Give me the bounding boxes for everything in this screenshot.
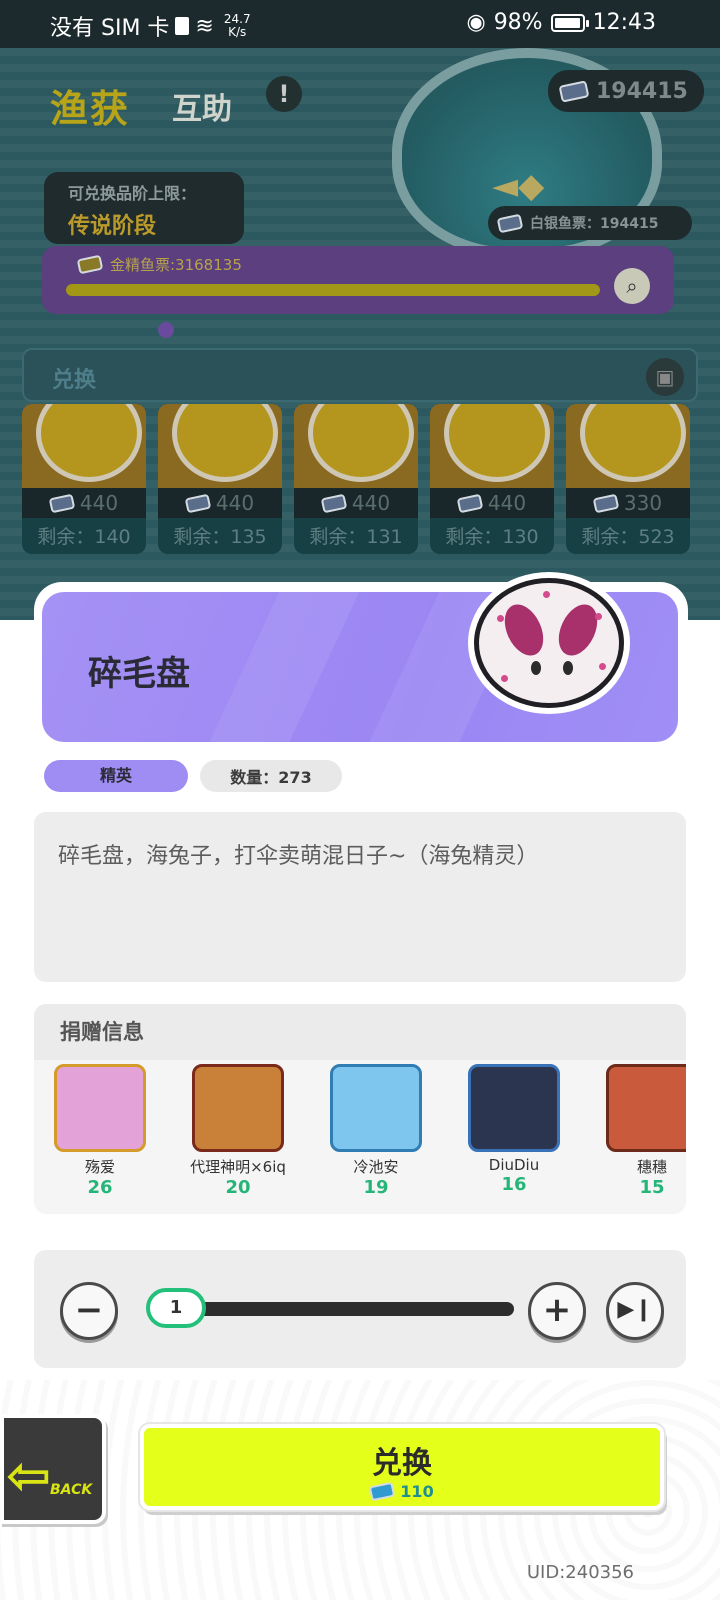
grade-badge: 精英 [44,760,188,792]
item-card[interactable]: 440 剩余：131 [294,404,418,554]
tier-box: 可兑换品阶上限： 传说阶段 [44,172,244,244]
ticket-icon [592,493,620,513]
gold-ticket-icon [76,254,104,275]
item-card[interactable]: 440 剩余：130 [430,404,554,554]
network-speed: 24.7 K/s [223,12,251,39]
page-title: 渔获 [50,87,131,131]
back-button[interactable]: ⇦ BACK [0,1414,106,1524]
donor-list[interactable]: 殇爱 26 代理神明×6iq 20 冷池安 19 DiuDiu 16 穗穗 15 [52,1064,686,1198]
page-indicator-dot [158,322,174,338]
donation-title: 捐赠信息 [34,1004,686,1060]
item-card[interactable]: 330 剩余：523 [566,404,690,554]
back-arrow-icon: ⇦ [6,1444,52,1507]
donor-item[interactable]: 代理神明×6iq 20 [190,1064,286,1198]
exchange-cost: 110 [144,1481,660,1502]
item-card[interactable]: 440 剩余：140 [22,404,146,554]
silver-ticket-balance: 白银鱼票：194415 [488,206,692,240]
donation-panel: 捐赠信息 殇爱 26 代理神明×6iq 20 冷池安 19 DiuDiu 16 … [34,1004,686,1214]
gold-progress-bar [66,284,600,296]
donor-item[interactable]: 穗穗 15 [604,1064,686,1198]
battery-icon [550,13,589,32]
item-name: 碎毛盘 [88,654,190,694]
item-card[interactable]: 440 剩余：135 [158,404,282,554]
pet-avatar [474,578,624,708]
fish-icon: ◄◆ [492,166,545,206]
wifi-icon: ≋ [195,13,214,39]
status-bar: 没有 SIM 卡 ≋ 24.7 K/s ◉ 98% 12:43 [0,0,720,48]
info-icon[interactable]: ! [266,76,302,112]
plus-button[interactable]: + [528,1282,586,1340]
donor-item[interactable]: 冷池安 19 [328,1064,424,1198]
avatar [192,1064,284,1152]
ticket-icon [558,79,590,103]
battery-percent: 98% [493,10,543,35]
avatar [606,1064,686,1152]
eye-icon: ◉ [466,10,486,35]
clock: 12:43 [592,10,656,35]
ticket-icon [456,493,484,513]
page-subtitle: 互助 [172,92,232,127]
ticket-icon [184,493,212,513]
ticket-icon [496,213,524,233]
ticket-icon [368,1481,396,1502]
donor-item[interactable]: DiuDiu 16 [466,1064,562,1198]
background-page: ◄◆ 渔获 互助 ! 194415 可兑换品阶上限： 传说阶段 白银鱼票：194… [0,48,720,620]
avatar [330,1064,422,1152]
sim-icon [175,17,190,35]
quantity-badge: 数量：273 [200,760,342,792]
item-description: 碎毛盘，海兔子，打伞卖萌混日子~（海兔精灵） [34,812,686,982]
minus-button[interactable]: − [60,1282,118,1340]
donor-item[interactable]: 殇爱 26 [52,1064,148,1198]
exchange-button[interactable]: 兑换 110 [140,1424,664,1510]
search-icon[interactable]: ⌕ [614,268,650,304]
quantity-slider-thumb[interactable]: 1 [146,1288,206,1328]
gold-ticket-label: 金精鱼票:3168135 [76,254,242,275]
ticket-balance: 194415 [548,70,704,112]
item-grid: 440 剩余：140 440 剩余：135 440 剩余：131 440 剩余：130 … [22,404,690,554]
avatar [468,1064,560,1152]
gift-icon[interactable]: ▣ [646,358,684,396]
user-id: UID:240356 [526,1562,634,1583]
ticket-icon [320,493,348,513]
exchange-tab[interactable]: 兑换 ▣ [22,348,698,402]
ticket-icon [48,493,76,513]
max-button[interactable]: ▶❙ [606,1282,664,1340]
avatar [54,1064,146,1152]
carrier-text: 没有 SIM 卡 [50,16,170,41]
